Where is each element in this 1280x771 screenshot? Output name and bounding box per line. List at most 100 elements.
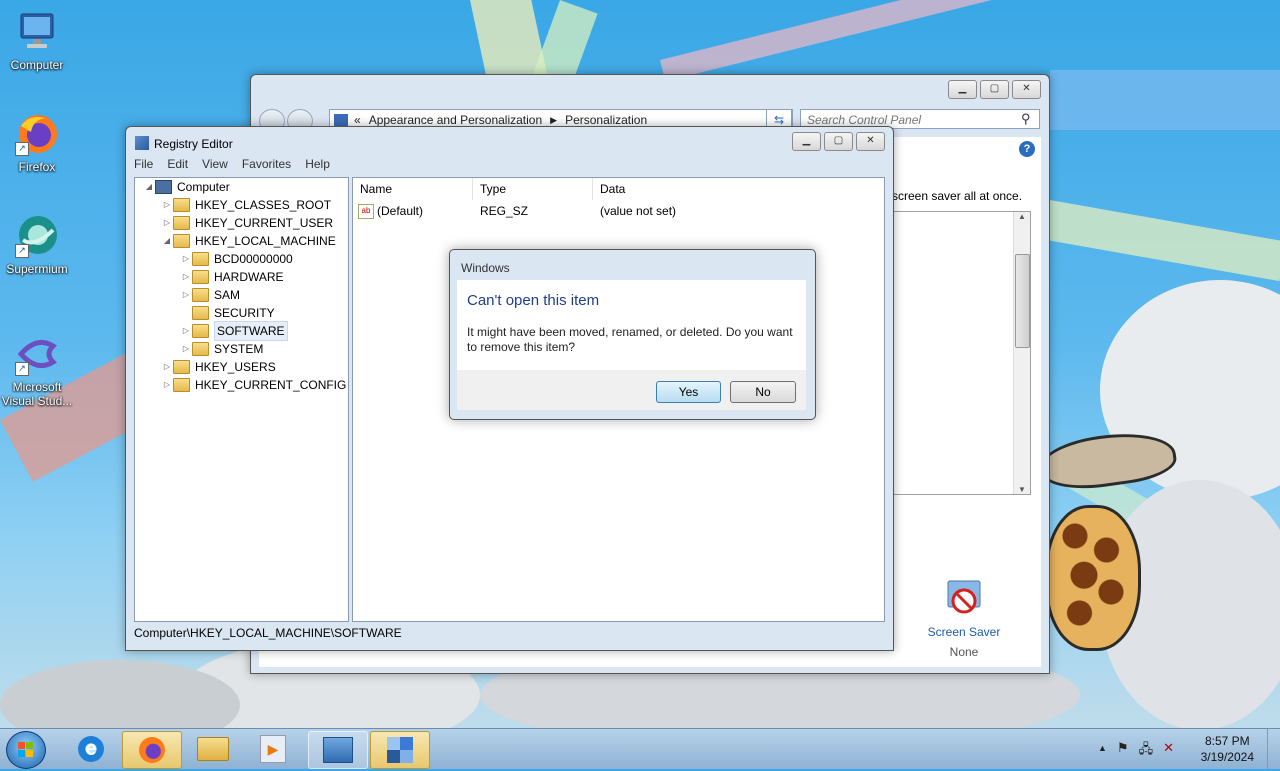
action-center-flag-icon[interactable]: ⚑ — [1117, 740, 1129, 762]
windows-logo-icon — [18, 742, 33, 757]
tree-node-system[interactable]: ▷ SYSTEM — [180, 340, 263, 358]
column-header-type[interactable]: Type — [473, 178, 593, 200]
minimize-button[interactable]: ▁ — [792, 132, 821, 151]
expand-icon[interactable]: ▷ — [180, 322, 192, 340]
folder-open-icon — [173, 234, 190, 248]
maximize-button[interactable]: ▢ — [980, 80, 1009, 99]
registry-tree[interactable]: ◢ Computer ▷ HKEY_CLASSES_ROOT ▷ HKEY_CU… — [134, 177, 349, 622]
collapse-icon[interactable]: ◢ — [161, 232, 173, 250]
tree-node-software[interactable]: ▷ SOFTWARE — [180, 321, 288, 341]
scroll-up-icon[interactable]: ▲ — [1014, 212, 1030, 221]
tree-node-security[interactable]: SECURITY — [180, 304, 275, 322]
tree-node-hkcc[interactable]: ▷ HKEY_CURRENT_CONFIG — [161, 376, 346, 394]
column-header-name[interactable]: Name — [353, 178, 473, 200]
dialog-message: It might have been moved, renamed, or de… — [467, 325, 793, 354]
scroll-down-icon[interactable]: ▼ — [1014, 485, 1030, 494]
menu-view[interactable]: View — [202, 157, 228, 171]
window-controls: ▁ ▢ ✕ — [948, 80, 1041, 99]
folder-icon — [192, 306, 209, 320]
desktop-icon-visual-studio[interactable]: ↗ Microsoft Visual Stud... — [0, 332, 74, 408]
expand-icon[interactable]: ▷ — [180, 268, 192, 286]
help-icon[interactable]: ? — [1019, 141, 1035, 157]
dialog-title: Windows — [461, 261, 510, 275]
breadcrumb-personalization[interactable]: Personalization — [565, 113, 647, 127]
firefox-icon — [139, 737, 165, 763]
tree-node-sam[interactable]: ▷ SAM — [180, 286, 240, 304]
desktop-icon-firefox[interactable]: ↗ Firefox — [0, 112, 74, 174]
clock-date: 3/19/2024 — [1200, 750, 1254, 764]
tree-node-computer[interactable]: ◢ Computer — [143, 178, 230, 196]
folder-icon — [173, 360, 190, 374]
expand-icon[interactable]: ▷ — [180, 250, 192, 268]
breadcrumb-appearance[interactable]: Appearance and Personalization — [369, 113, 542, 127]
tree-node-hklm[interactable]: ◢ HKEY_LOCAL_MACHINE — [161, 232, 336, 250]
folder-icon — [192, 342, 209, 356]
taskbar-firefox[interactable] — [122, 731, 182, 769]
tree-node-hardware[interactable]: ▷ HARDWARE — [180, 268, 284, 286]
breadcrumb-separator-icon: ▶ — [550, 114, 558, 125]
yes-button[interactable]: Yes — [656, 381, 721, 403]
close-button[interactable]: ✕ — [856, 132, 885, 151]
folder-icon — [173, 198, 190, 212]
registry-editor-icon — [135, 136, 149, 150]
tree-node-hku[interactable]: ▷ HKEY_USERS — [161, 358, 276, 376]
expand-icon[interactable]: ▷ — [161, 196, 173, 214]
screen-saver-label[interactable]: Screen Saver — [919, 625, 1009, 639]
menu-help[interactable]: Help — [305, 157, 330, 171]
search-icon[interactable]: ⚲ — [1021, 111, 1031, 127]
desktop-icon-supermium[interactable]: ↗ Supermium — [0, 214, 74, 276]
close-button[interactable]: ✕ — [1012, 80, 1041, 99]
taskbar-media-player[interactable]: ▶ — [244, 731, 302, 767]
theme-list[interactable]: ▲ ▼ — [891, 211, 1031, 495]
desktop-icon-computer[interactable]: Computer — [0, 10, 74, 72]
dialog-footer: Yes No — [457, 370, 806, 410]
value-type: REG_SZ — [480, 204, 529, 218]
folder-icon — [192, 270, 209, 284]
show-desktop-button[interactable] — [1267, 729, 1280, 769]
tree-node-hkcr[interactable]: ▷ HKEY_CLASSES_ROOT — [161, 196, 331, 214]
media-player-icon: ▶ — [260, 735, 286, 763]
expand-icon[interactable]: ▷ — [161, 214, 173, 232]
shortcut-arrow-icon: ↗ — [15, 244, 29, 258]
system-tray: ▲ ⚑ 🖧 ✕ — [1098, 740, 1174, 762]
error-dialog[interactable]: Windows Can't open this item It might ha… — [449, 249, 816, 420]
menu-file[interactable]: File — [134, 157, 153, 171]
expand-icon[interactable]: ▷ — [161, 376, 173, 394]
expand-icon[interactable]: ▷ — [161, 358, 173, 376]
no-button[interactable]: No — [730, 381, 796, 403]
column-header-data[interactable]: Data — [593, 178, 884, 200]
computer-icon — [15, 10, 59, 54]
expand-icon[interactable]: ▷ — [180, 286, 192, 304]
maximize-button[interactable]: ▢ — [824, 132, 853, 151]
desktop-icon-label: Computer — [10, 58, 64, 72]
expand-icon[interactable]: ▷ — [180, 340, 192, 358]
network-icon[interactable]: 🖧 — [1139, 740, 1154, 762]
folder-icon — [192, 288, 209, 302]
taskbar-file-explorer[interactable] — [184, 731, 242, 767]
status-bar: Computer\HKEY_LOCAL_MACHINE\SOFTWARE — [134, 626, 402, 640]
menu-edit[interactable]: Edit — [167, 157, 188, 171]
taskbar: e ▶ ▲ ⚑ 🖧 ✕ 8:57 PM 3/19/2024 — [0, 728, 1280, 769]
menu-favorites[interactable]: Favorites — [242, 157, 291, 171]
folder-icon — [192, 324, 209, 338]
screen-saver-value: None — [949, 645, 979, 659]
dialog-heading: Can't open this item — [467, 292, 600, 309]
taskbar-control-panel[interactable] — [308, 731, 368, 769]
scrollbar[interactable]: ▲ ▼ — [1013, 212, 1030, 494]
tree-node-hkcu[interactable]: ▷ HKEY_CURRENT_USER — [161, 214, 333, 232]
collapse-icon[interactable]: ◢ — [143, 178, 155, 196]
start-button[interactable] — [6, 731, 46, 769]
desktop-icon-label: Microsoft Visual Stud... — [1, 380, 73, 408]
table-row[interactable]: ab (Default) REG_SZ (value not set) — [353, 202, 884, 220]
breadcrumb-overflow[interactable]: « — [354, 113, 361, 127]
volume-muted-icon[interactable]: ✕ — [1163, 740, 1174, 762]
tree-node-label: SYSTEM — [214, 342, 264, 356]
scroll-thumb[interactable] — [1015, 254, 1030, 348]
minimize-button[interactable]: ▁ — [948, 80, 977, 99]
clock[interactable]: 8:57 PM 3/19/2024 — [1201, 733, 1254, 765]
show-hidden-icons-icon[interactable]: ▲ — [1098, 740, 1107, 762]
screen-saver-link[interactable]: Screen Saver None — [919, 577, 1009, 659]
tree-node-bcd[interactable]: ▷ BCD00000000 — [180, 250, 293, 268]
taskbar-registry-editor[interactable] — [370, 731, 430, 769]
taskbar-internet-explorer[interactable]: e — [62, 731, 120, 767]
